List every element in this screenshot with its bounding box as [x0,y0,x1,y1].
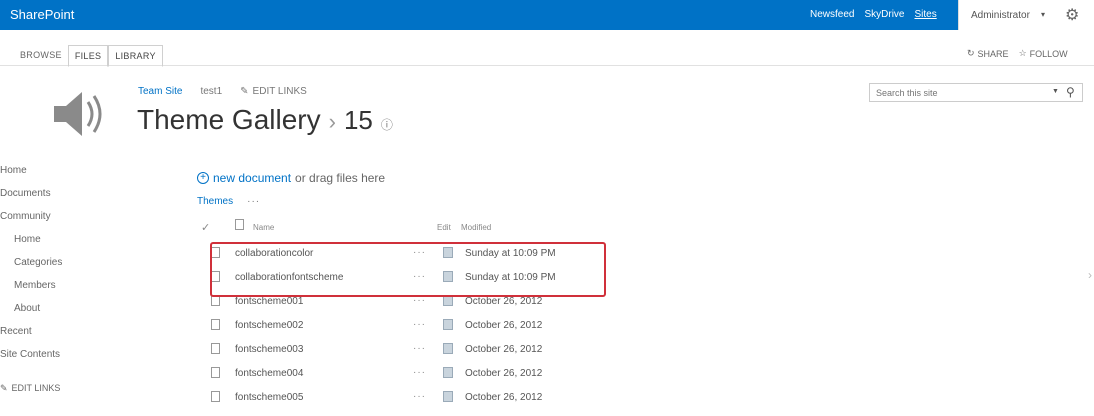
breadcrumb-test1[interactable]: test1 [200,86,222,97]
table-row[interactable]: fontscheme004 ··· October 26, 2012 [197,362,617,386]
nav-item-site-contents[interactable]: Site Contents [0,349,60,360]
user-name[interactable]: Administrator [971,10,1030,21]
file-name[interactable]: fontscheme005 [235,392,303,403]
nav-item-home[interactable]: Home [0,165,27,176]
modified-date: October 26, 2012 [465,296,543,307]
suite-links: Newsfeed SkyDrive Sites [810,9,937,20]
suite-link-sites[interactable]: Sites [914,9,936,20]
column-header-edit[interactable]: Edit [437,223,451,243]
item-menu-button[interactable]: ··· [413,319,426,330]
document-icon [211,343,220,354]
column-header-name[interactable]: Name [253,223,274,243]
follow-label: FOLLOW [1029,48,1068,59]
document-icon [211,319,220,330]
column-header-modified[interactable]: Modified [461,223,491,243]
speaker-icon[interactable] [48,86,108,142]
edit-icon[interactable] [443,367,453,378]
table-row[interactable]: fontscheme003 ··· October 26, 2012 [197,338,617,362]
file-name[interactable]: fontscheme002 [235,320,303,331]
breadcrumb-team-site[interactable]: Team Site [138,86,182,97]
page-title-text: Theme Gallery [137,104,321,135]
file-name[interactable]: fontscheme001 [235,296,303,307]
title-separator: › [328,109,336,134]
view-themes[interactable]: Themes [197,196,233,207]
nav-item-community[interactable]: Community [0,211,51,222]
new-document-link[interactable]: new document [213,171,291,185]
tab-files[interactable]: FILES [67,45,109,67]
file-name[interactable]: fontscheme003 [235,344,303,355]
nav-item-recent[interactable]: Recent [0,326,32,337]
edit-links-nav-label: EDIT LINKS [11,383,61,393]
share-icon: ↻ [967,48,975,58]
nav-item-categories[interactable]: Categories [14,257,62,268]
suite-brand[interactable]: SharePoint [10,7,74,22]
chevron-down-icon[interactable]: ▼ [1052,88,1059,95]
drag-files-hint: or drag files here [295,171,386,185]
edit-links-label: EDIT LINKS [252,86,307,97]
tab-library[interactable]: LIBRARY [108,45,163,67]
ribbon: BROWSE FILES LIBRARY ↻ SHARE ☆ FOLLOW [0,30,1094,67]
modified-date: October 26, 2012 [465,368,543,379]
view-selector: Themes ··· [197,196,260,207]
edit-icon[interactable] [443,319,453,330]
share-button[interactable]: ↻ SHARE [967,48,1009,59]
file-name[interactable]: fontscheme004 [235,368,303,379]
pencil-icon: ✎ [0,383,8,393]
item-menu-button[interactable]: ··· [413,343,426,354]
new-document-bar: + new document or drag files here [197,171,385,185]
suite-bar: SharePoint Newsfeed SkyDrive Sites Admin… [0,0,1094,30]
item-menu-button[interactable]: ··· [413,367,426,378]
checkmark-icon[interactable]: ✓ [201,221,210,241]
modified-date: October 26, 2012 [465,392,543,403]
search-box: ▼ ⚲ [869,83,1083,102]
gear-icon[interactable]: ⚙ [1065,5,1079,25]
modified-date: October 26, 2012 [465,344,543,355]
suite-link-newsfeed[interactable]: Newsfeed [810,9,854,20]
document-icon [211,391,220,402]
ribbon-tabs: BROWSE FILES LIBRARY [14,45,163,67]
plus-circle-icon[interactable]: + [197,172,209,184]
item-menu-button[interactable]: ··· [413,391,426,402]
chevron-right-icon: › [1088,268,1092,282]
breadcrumb: Team Site test1 ✎ EDIT LINKS [138,86,307,97]
tab-browse[interactable]: BROWSE [14,45,68,67]
page-title: Theme Gallery › 15 ⓘ [137,104,393,136]
follow-button[interactable]: ☆ FOLLOW [1019,48,1068,59]
edit-icon[interactable] [443,343,453,354]
modified-date: October 26, 2012 [465,320,543,331]
nav-item-members[interactable]: Members [14,280,56,291]
ribbon-actions: ↻ SHARE ☆ FOLLOW [967,48,1068,59]
document-icon [211,367,220,378]
info-icon[interactable]: ⓘ [381,116,393,133]
user-menu[interactable]: Administrator ▾ ⚙ [958,0,1094,30]
nav-item-community-home[interactable]: Home [14,234,41,245]
nav-item-about[interactable]: About [14,303,40,314]
star-icon: ☆ [1018,48,1027,58]
table-row[interactable]: fontscheme002 ··· October 26, 2012 [197,314,617,338]
search-input[interactable] [870,84,1046,101]
search-icon[interactable]: ⚲ [1066,85,1075,99]
highlight-annotation-box [210,242,606,297]
edit-icon[interactable] [443,391,453,402]
view-more-button[interactable]: ··· [247,196,260,207]
pencil-icon: ✎ [240,86,249,97]
chevron-down-icon: ▾ [1041,10,1046,19]
doc-type-header-icon[interactable] [235,219,244,230]
edit-links-top[interactable]: ✎ EDIT LINKS [240,86,307,97]
suite-link-skydrive[interactable]: SkyDrive [864,9,904,20]
edit-links-nav[interactable]: ✎ EDIT LINKS [0,383,60,394]
table-row[interactable]: fontscheme005 ··· October 26, 2012 [197,386,617,410]
nav-item-documents[interactable]: Documents [0,188,51,199]
item-count: 15 [343,105,373,135]
share-label: SHARE [977,48,1009,59]
